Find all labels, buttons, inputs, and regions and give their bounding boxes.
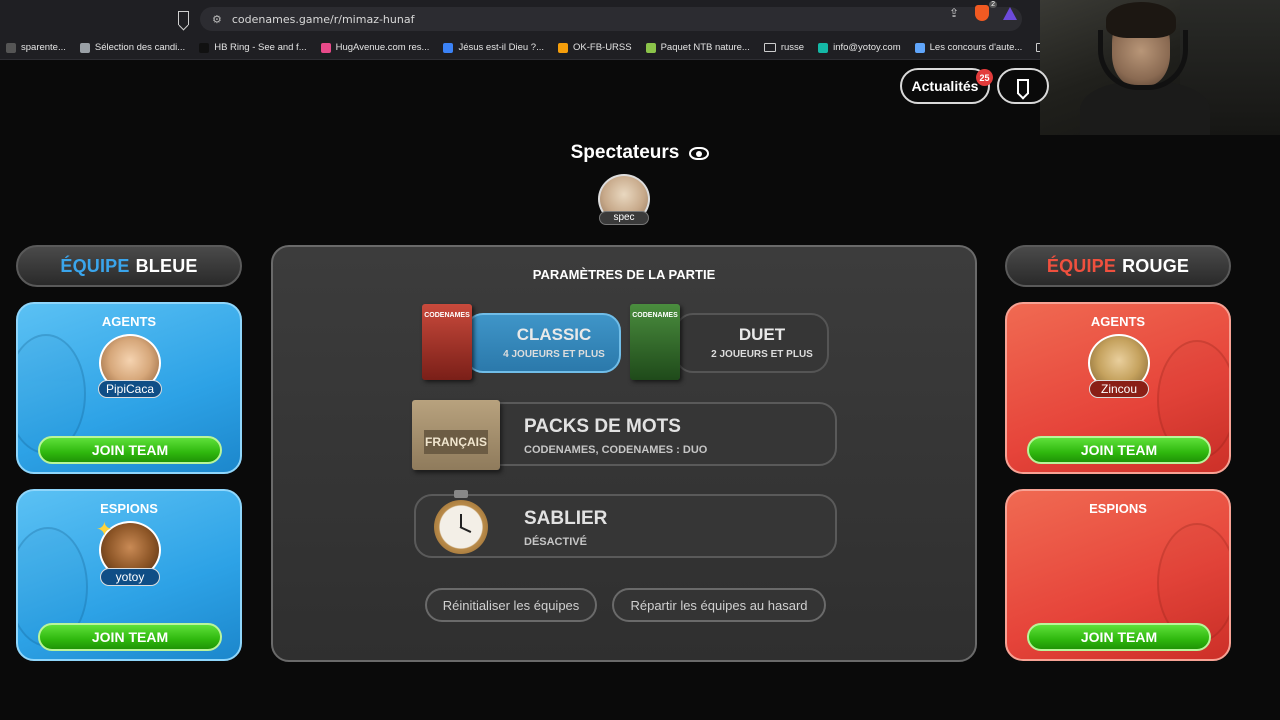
webcam-overlay [1040, 0, 1280, 135]
blue-spies-join-button[interactable]: JOIN TEAM [38, 623, 222, 651]
red-spies-join-button[interactable]: JOIN TEAM [1027, 623, 1211, 651]
bookmark-item[interactable]: OK-FB-URSS [552, 38, 640, 58]
bookmark-item[interactable]: info@yotoy.com [812, 38, 909, 58]
blue-agent-name: PipiCaca [98, 380, 162, 398]
bookmark-item[interactable]: HB Ring - See and f... [193, 38, 314, 58]
eye-icon [689, 146, 710, 160]
favicon-icon [645, 42, 656, 53]
address-bar[interactable]: ⚙ codenames.game/r/mimaz-hunaf [200, 7, 1022, 31]
red-agents-card: AGENTS Zincou JOIN TEAM [1005, 302, 1231, 474]
bookmark-label: OK-FB-URSS [573, 42, 632, 53]
blue-agents-join-button[interactable]: JOIN TEAM [38, 436, 222, 464]
favicon-icon [443, 42, 454, 53]
brave-rewards-icon[interactable] [1002, 5, 1018, 21]
share-icon[interactable]: ⇪ [946, 5, 962, 21]
blue-team-word1: ÉQUIPE [60, 255, 130, 276]
blue-spy-name: yotoy [100, 568, 160, 586]
mode-classic-button[interactable]: CLASSIC 4 JOUEURS ET PLUS [465, 313, 621, 373]
bookmark-item[interactable]: yotoy [1030, 38, 1040, 58]
red-agents-join-button[interactable]: JOIN TEAM [1027, 436, 1211, 464]
favicon-icon [914, 42, 925, 53]
favicon-icon [199, 42, 210, 53]
spectators-label: Spectateurs [570, 142, 680, 163]
star-icon: ✦ [96, 519, 113, 541]
red-team-word1: ÉQUIPE [1046, 255, 1117, 276]
timer-button[interactable]: SABLIER DÉSACTIVÉ [414, 490, 837, 558]
duet-box-art: CODENAMES [630, 304, 680, 380]
language-label: FRANÇAIS [424, 430, 488, 454]
timer-title: SABLIER [524, 508, 608, 529]
bookmark-label: HugAvenue.com res... [335, 42, 430, 53]
mode-classic-title: CLASSIC [516, 325, 592, 344]
mode-duet-title: DUET [738, 325, 786, 344]
favicon-icon [6, 42, 16, 53]
bookmark-label: HB Ring - See and f... [214, 42, 307, 53]
brave-shields-count: 2 [989, 1, 997, 8]
site-settings-icon[interactable]: ⚙ [212, 13, 222, 26]
spectators-title: Spectateurs [0, 142, 1280, 164]
red-team-word2: ROUGE [1122, 255, 1190, 276]
favicon-icon [818, 42, 829, 53]
red-spies-label: ESPIONS [1089, 501, 1147, 516]
settings-title: PARAMÈTRES DE LA PARTIE [532, 267, 716, 282]
brave-shields-icon[interactable]: 2 [974, 1, 997, 21]
word-packs-subtitle: CODENAMES, CODENAMES : DUO [524, 444, 708, 456]
mode-classic-subtitle: 4 JOUEURS ET PLUS [503, 349, 605, 360]
timer-subtitle: DÉSACTIVÉ [524, 536, 587, 548]
bookmark-label: sparente... [21, 42, 66, 53]
bookmarks-bar: sparente... Sélection des candi... HB Ring… [0, 36, 1040, 60]
blue-spies-card: ESPIONS ✦ yotoy JOIN TEAM [16, 489, 242, 661]
bookmark-item[interactable]: russe [758, 38, 812, 58]
favicon-icon [558, 42, 568, 53]
bookmark-item[interactable]: Sélection des candi... [74, 38, 193, 58]
blue-team-header: ÉQUIPE BLEUE [16, 245, 242, 287]
red-spies-card: ESPIONS JOIN TEAM [1005, 489, 1231, 661]
browser-actions: ⇪ 2 [946, 1, 1018, 21]
red-agents-label: AGENTS [1090, 314, 1146, 329]
bookmark-label: Les concours d'aute... [929, 42, 1023, 53]
red-agent-name: Zincou [1089, 380, 1149, 398]
blue-team-word2: BLEUE [135, 255, 198, 276]
language-card: FRANÇAIS [412, 400, 500, 470]
red-team-header: ÉQUIPE ROUGE [1005, 245, 1231, 287]
bookmark-label: russe [780, 42, 805, 53]
favicon-icon [320, 42, 331, 53]
news-label: Actualités [911, 78, 979, 94]
folder-icon [763, 43, 776, 52]
word-packs-title: PACKS DE MOTS [524, 416, 681, 437]
stopwatch-icon [430, 490, 492, 562]
browser-url-bar: ⚙ codenames.game/r/mimaz-hunaf ⇪ 2 [0, 0, 1040, 36]
word-packs-button[interactable]: FRANÇAIS PACKS DE MOTS CODENAMES, CODENA… [412, 400, 837, 470]
codenames-lobby: ⚙ codenames.game/r/mimaz-hunaf ⇪ 2 spare… [0, 0, 1280, 720]
classic-box-art: CODENAMES [422, 304, 472, 380]
bookmark-label: Jésus est-il Dieu ?... [458, 42, 544, 53]
reset-teams-button[interactable]: Réinitialiser les équipes [425, 588, 597, 622]
game-settings-panel: PARAMÈTRES DE LA PARTIE CLASSIC 4 JOUEUR… [271, 245, 977, 662]
favicon-icon [79, 42, 90, 53]
blue-spies-label: ESPIONS [100, 501, 158, 516]
mode-duet-subtitle: 2 JOUEURS ET PLUS [711, 349, 813, 360]
mode-duet-button[interactable]: DUET 2 JOUEURS ET PLUS [675, 313, 829, 373]
bookmark-label: Sélection des candi... [94, 42, 186, 53]
bookmark-item[interactable]: Paquet NTB nature... [640, 38, 758, 58]
saved-button[interactable] [997, 68, 1049, 104]
bookmark-item[interactable]: Les concours d'aute... [909, 38, 1031, 58]
spectator-name: spec [599, 211, 649, 225]
url-text: codenames.game/r/mimaz-hunaf [231, 12, 415, 26]
bookmark-item[interactable]: Jésus est-il Dieu ?... [437, 38, 552, 58]
bookmark-item[interactable]: HugAvenue.com res... [315, 38, 438, 58]
bookmark-icon [1017, 79, 1029, 94]
bookmark-label: Paquet NTB nature... [660, 42, 750, 53]
news-count-badge: 25 [976, 69, 993, 86]
bookmark-label: info@yotoy.com [833, 42, 901, 53]
randomize-teams-button[interactable]: Répartir les équipes au hasard [612, 588, 826, 622]
bookmark-item[interactable]: sparente... [0, 38, 74, 58]
bookmark-page-icon[interactable] [178, 11, 189, 25]
blue-agents-label: AGENTS [101, 314, 157, 329]
blue-agents-card: AGENTS PipiCaca JOIN TEAM [16, 302, 242, 474]
